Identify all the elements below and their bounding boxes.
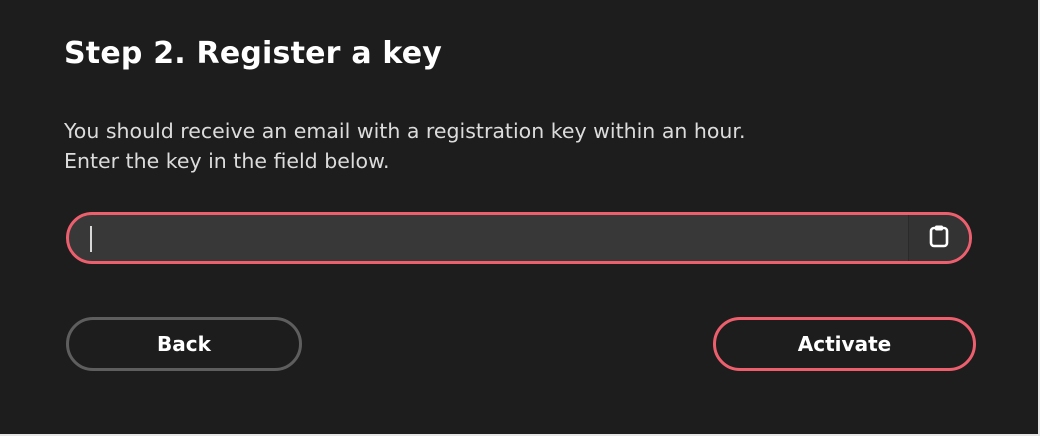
text-caret [90, 226, 92, 252]
registration-key-field[interactable] [66, 212, 972, 264]
registration-key-input[interactable] [69, 215, 911, 261]
activate-button[interactable]: Activate [713, 317, 976, 371]
description-line-1: You should receive an email with a regis… [64, 119, 746, 143]
description-line-2: Enter the key in the field below. [64, 149, 390, 173]
back-button[interactable]: Back [66, 317, 302, 371]
clipboard-icon [929, 224, 949, 252]
dialog-title: Step 2. Register a key [64, 36, 443, 71]
register-key-dialog: Step 2. Register a key You should receiv… [0, 0, 1040, 436]
paste-button[interactable] [908, 215, 969, 261]
dialog-description: You should receive an email with a regis… [64, 116, 745, 176]
